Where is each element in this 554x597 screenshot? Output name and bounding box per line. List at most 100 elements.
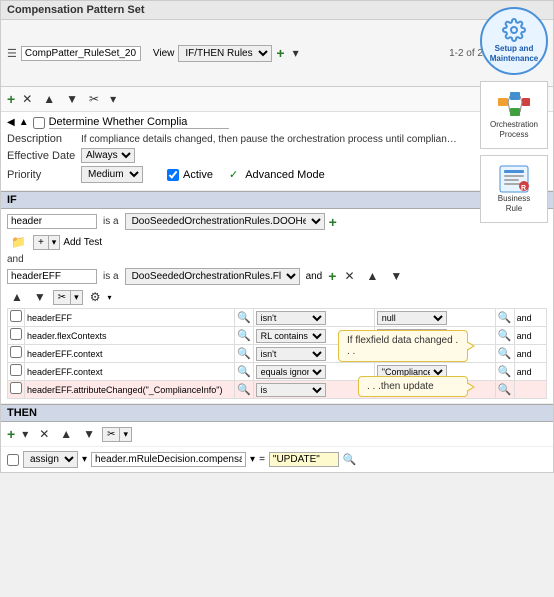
test-search-icon[interactable]: 🔍 [237,348,251,360]
rule-header-row: ◀ ▲ [7,116,547,129]
test-field-cell: headerEFF.context [25,363,235,381]
test-search-icon-2[interactable]: 🔍 [498,366,512,378]
add-test-main[interactable]: + [33,235,48,250]
test-row: headerEFF 🔍 isn't null 🔍 and [8,309,547,327]
if-val-select-1[interactable]: DooSeededOrchestrationRules.DOOHeader [125,213,325,230]
then-cut-arrow[interactable]: ▾ [119,427,132,442]
then-arrow[interactable]: ▾ [18,425,32,443]
view-select[interactable]: IF/THEN Rules [178,45,272,62]
test-row-checkbox[interactable] [10,382,22,394]
then-eq: = [259,454,265,465]
sub-cut-arrow[interactable]: ▾ [70,290,83,305]
sub-cut[interactable]: ✂ [53,290,70,305]
then-val-input[interactable] [269,452,339,467]
test-search-icon-2[interactable]: 🔍 [498,384,512,396]
test-op-select[interactable]: is [256,383,326,397]
test-search-icon-2[interactable]: 🔍 [498,348,512,360]
then-add-button[interactable]: + [7,426,15,442]
if-op-1: is a [101,216,121,227]
setup-maintenance-button[interactable]: Setup andMaintenance [480,7,548,75]
test-search-icon[interactable]: 🔍 [237,330,251,342]
add-test-label: Add Test [63,237,102,248]
if-delete-2[interactable]: ✕ [340,267,358,285]
test-val-select[interactable]: null [377,347,447,361]
cut-button[interactable]: ✂ [85,90,103,108]
then-up[interactable]: ▲ [56,425,76,443]
test-val-select[interactable]: null [377,311,447,325]
delete-button[interactable]: ✕ [18,90,36,108]
sub-up[interactable]: ▲ [7,288,27,306]
if-down-2[interactable]: ▼ [386,267,406,285]
description-label: Description [7,133,77,145]
rule-name-input[interactable] [49,116,229,129]
and-row: and [7,254,547,265]
effective-date-label: Effective Date [7,150,77,162]
if-val-select-2[interactable]: DooSeededOrchestrationRules.FlexContext [125,268,300,285]
test-search-icon[interactable]: 🔍 [237,366,251,378]
if-up-2[interactable]: ▲ [363,267,383,285]
test-row-checkbox[interactable] [10,364,22,376]
then-cut[interactable]: ✂ [102,427,119,442]
add-test-arrow[interactable]: ▾ [48,235,61,250]
test-search-icon-2[interactable]: 🔍 [498,312,512,324]
priority-select[interactable]: Medium [81,166,143,183]
then-search-icon[interactable]: 🔍 [343,453,357,466]
if-field-2[interactable] [7,269,97,284]
test-search-icon[interactable]: 🔍 [237,384,251,396]
test-search-icon[interactable]: 🔍 [237,312,251,324]
sub-settings-arrow[interactable]: ▾ [107,293,111,302]
add-rule-button[interactable]: + [276,45,284,61]
then-delete[interactable]: ✕ [35,425,53,443]
test-field-cell: headerEFF.context [25,345,235,363]
move-up-button[interactable]: ▲ [39,90,59,108]
test-search-icon-2[interactable]: 🔍 [498,330,512,342]
sub-settings[interactable]: ⚙ [86,288,105,306]
add-test-folder-button[interactable]: 📁 [7,233,30,251]
test-val-select[interactable]: "ComplianceDetails" [377,365,447,379]
expand-icon[interactable]: ▲ [19,117,29,128]
orchestration-process-button[interactable]: OrchestrationProcess [480,81,548,149]
collapse-icon[interactable]: ◀ [7,117,15,128]
add-test-split-btn[interactable]: + ▾ [33,235,60,250]
test-op-select[interactable]: isn't [256,311,326,325]
toolbar-row: ☰ View IF/THEN Rules + ▾ 1-2 of 2 [1,20,553,87]
test-val-select[interactable]: true [377,383,447,397]
test-op-select[interactable]: equals ignore case [256,365,326,379]
test-val-select[interactable]: headerEFF [377,329,447,343]
add-test-row: 📁 + ▾ Add Test [7,233,547,251]
business-rule-button[interactable]: R BusinessRule [480,155,548,223]
more-options-button[interactable]: ▾ [289,44,303,62]
then-down[interactable]: ▼ [79,425,99,443]
test-row-checkbox[interactable] [10,346,22,358]
rule-checkbox[interactable] [33,117,45,129]
test-field-cell: header.flexContexts [25,327,235,345]
rule-set-input[interactable] [21,46,141,61]
test-row-checkbox[interactable] [10,328,22,340]
right-panel: Setup andMaintenance OrchestrationProces… [474,1,554,229]
description-row: Description If compliance details change… [7,133,547,145]
test-connector: and [514,345,546,363]
orchestration-label: OrchestrationProcess [490,120,538,139]
move-down-button[interactable]: ▼ [62,90,82,108]
if-add-button-1[interactable]: + [329,214,337,230]
then-field-input[interactable] [91,452,246,467]
effective-date-select[interactable]: Always [81,148,135,163]
main-container: Compensation Pattern Set ☰ View IF/THEN … [0,0,554,473]
then-assign-select[interactable]: assign [23,451,78,468]
effective-date-row: Effective Date Always [7,148,547,163]
then-checkbox[interactable] [7,454,19,466]
view-label: View [153,48,175,59]
more-action-button[interactable]: ▾ [106,90,120,108]
test-op-select[interactable]: RL contains [256,329,326,343]
page-header: Compensation Pattern Set [1,1,553,20]
if-add-button-2[interactable]: + [328,268,336,284]
active-checkbox[interactable] [167,169,179,181]
test-row-checkbox[interactable] [10,310,22,322]
add-row-button[interactable]: + [7,91,15,107]
then-label: THEN [1,405,553,422]
then-section: THEN + ▾ ✕ ▲ ▼ ✂ ▾ assign ▾ ▾ = 🔍 [1,404,553,472]
sub-down[interactable]: ▼ [30,288,50,306]
then-row-1: assign ▾ ▾ = 🔍 [1,447,553,472]
test-op-select[interactable]: isn't [256,347,326,361]
if-field-1[interactable] [7,214,97,229]
